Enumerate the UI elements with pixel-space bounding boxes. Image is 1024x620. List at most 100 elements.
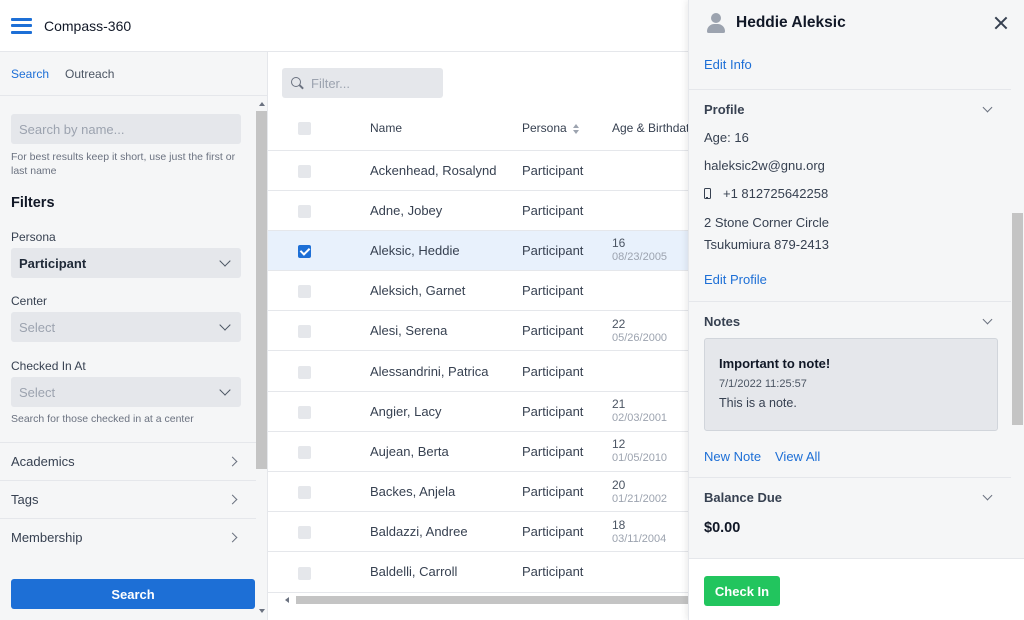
row-checkbox[interactable] [298,285,311,299]
row-name: Alesi, Serena [370,310,522,352]
tab-search[interactable]: Search [11,67,49,81]
table-row[interactable]: Ackenhead, Rosalynd Participant [268,150,688,191]
table-horizontal-scrollbar[interactable] [282,595,688,605]
row-birthdate: 08/23/2005 [612,251,668,264]
table-row[interactable]: Backes, Anjela Participant 20 01/21/2002 [268,471,688,513]
scroll-up-arrow-icon[interactable] [259,102,265,106]
chevron-right-icon [227,532,238,543]
profile-email: haleksic2w@gnu.org [704,158,825,173]
note-body: This is a note. [719,396,797,410]
column-header-name[interactable]: Name [370,106,522,151]
row-birthdate: 02/03/2001 [612,412,668,425]
chevron-down-icon [219,319,231,331]
table-scroll-thumb[interactable] [296,596,688,604]
row-age-birthdate [612,551,688,593]
table-row[interactable]: Alessandrini, Patrica Participant [268,350,688,392]
panel-scroll-thumb[interactable] [1012,213,1023,425]
row-age-birthdate: 22 05/26/2000 [612,310,688,352]
row-checkbox-cell [268,471,370,513]
chevron-down-icon [982,102,993,113]
section-membership-label: Membership [11,530,83,545]
profile-address-line1: 2 Stone Corner Circle [704,215,829,230]
edit-profile-link[interactable]: Edit Profile [704,272,767,287]
row-checkbox-cell [268,551,370,593]
checked-in-at-select[interactable]: Select [11,377,241,407]
view-all-notes-link[interactable]: View All [775,449,820,464]
person-detail-panel: Heddie Aleksic Edit Info Profile Age: 16… [688,0,1024,620]
filters-heading: Filters [11,195,55,211]
profile-section-header[interactable]: Profile [689,89,1011,129]
checked-in-at-placeholder: Select [19,384,56,400]
row-checkbox-cell [268,310,370,352]
close-icon[interactable] [994,16,1008,30]
section-tags[interactable]: Tags [0,480,256,518]
table-row[interactable]: Aleksic, Heddie Participant 16 08/23/2005 [268,230,688,272]
chevron-down-icon [219,255,231,267]
row-checkbox[interactable] [298,566,311,580]
row-age-birthdate [612,270,688,312]
column-header-persona[interactable]: Persona [522,106,612,151]
table-row[interactable]: Baldelli, Carroll Participant [268,551,688,593]
scroll-down-arrow-icon[interactable] [259,609,265,613]
row-age: 22 [612,316,626,331]
table-row[interactable]: Aleksich, Garnet Participant [268,270,688,312]
search-by-name-input[interactable] [11,114,241,144]
row-birthdate: 01/05/2010 [612,452,668,465]
balance-section-header[interactable]: Balance Due [689,477,1011,517]
row-birthdate: 01/21/2002 [612,492,668,505]
section-academics-label: Academics [11,454,75,469]
table-row[interactable]: Adne, Jobey Participant [268,190,688,231]
table-row[interactable]: Angier, Lacy Participant 21 02/03/2001 [268,391,688,432]
table-row[interactable]: Aujean, Berta Participant 12 01/05/2010 [268,431,688,473]
section-membership[interactable]: Membership [0,518,256,556]
row-checkbox-cell [268,350,370,392]
table-row[interactable]: Alesi, Serena Participant 22 05/26/2000 [268,310,688,352]
new-note-link[interactable]: New Note [704,449,761,464]
row-checkbox[interactable] [298,325,311,339]
filter-box[interactable] [282,68,443,98]
select-all-checkbox[interactable] [298,121,311,135]
row-persona: Participant [522,551,612,593]
row-age-birthdate [612,150,688,191]
scroll-left-arrow-icon[interactable] [285,597,289,603]
row-checkbox[interactable] [298,164,311,178]
row-checkbox[interactable] [298,245,311,258]
chevron-down-icon [219,384,231,396]
persona-select[interactable]: Participant [11,248,241,278]
row-age: 18 [612,517,626,532]
section-academics[interactable]: Academics [0,442,256,480]
tab-outreach[interactable]: Outreach [65,67,114,81]
check-in-button[interactable]: Check In [704,576,780,606]
search-button[interactable]: Search [11,579,255,609]
row-checkbox[interactable] [298,204,311,218]
row-checkbox[interactable] [298,445,311,459]
sidebar-scrollbar[interactable] [256,97,268,617]
sidebar: Search Outreach For best results keep it… [0,52,268,620]
results-area: Name Persona Age & Birthdate Ackenhead, … [268,52,688,620]
notes-section-header[interactable]: Notes [689,301,1011,341]
filter-input[interactable] [311,75,431,91]
persona-label: Persona [11,230,56,244]
column-header-age-birthdate[interactable]: Age & Birthdate [612,106,688,151]
hamburger-menu-icon[interactable] [11,17,32,34]
chevron-right-icon [227,494,238,505]
row-checkbox[interactable] [298,405,311,419]
row-checkbox[interactable] [298,486,311,500]
row-checkbox-cell [268,511,370,553]
note-card[interactable]: Important to note! 7/1/2022 11:25:57 Thi… [704,338,998,431]
row-checkbox[interactable] [298,526,311,540]
persona-value: Participant [19,255,87,271]
table-row[interactable]: Baldazzi, Andree Participant 18 03/11/2004 [268,511,688,553]
edit-info-link[interactable]: Edit Info [704,57,752,72]
sort-icon[interactable] [572,123,579,134]
chevron-down-icon [982,490,993,501]
row-persona: Participant [522,511,612,553]
row-age-birthdate: 20 01/21/2002 [612,471,688,513]
panel-scrollbar[interactable] [1011,46,1024,558]
row-persona: Participant [522,150,612,191]
row-birthdate: 05/26/2000 [612,331,668,344]
center-select[interactable]: Select [11,312,241,342]
row-checkbox[interactable] [298,365,311,379]
sidebar-scroll-thumb[interactable] [256,111,267,469]
row-checkbox-cell [268,230,370,272]
